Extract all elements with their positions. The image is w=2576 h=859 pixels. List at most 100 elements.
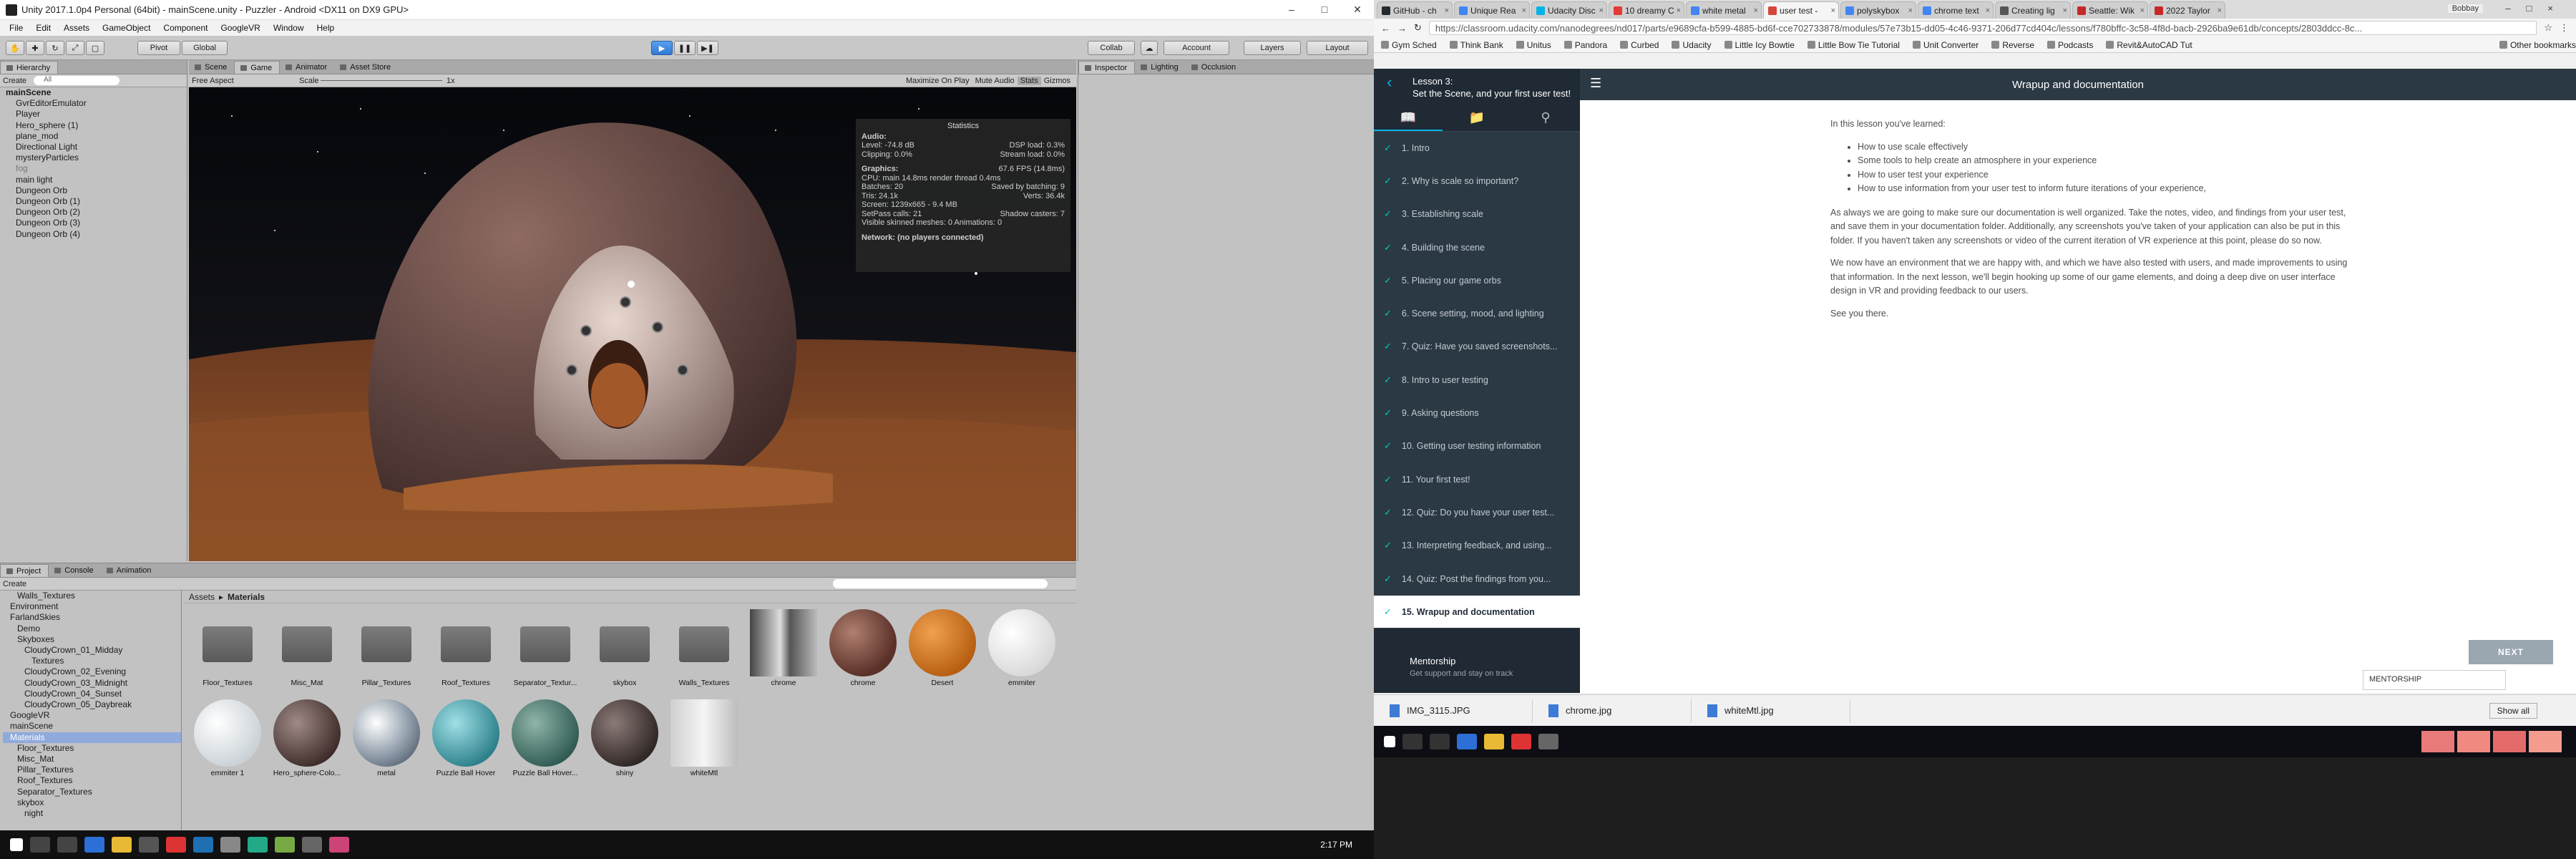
menu-window[interactable]: Window [267, 23, 311, 33]
maximize-icon[interactable]: □ [1308, 4, 1341, 16]
project-tree-item[interactable]: Misc_Mat [3, 754, 181, 765]
chrome-icon[interactable] [166, 837, 186, 853]
asset-item[interactable]: Hero_sphere-Colo... [270, 699, 344, 777]
tab-close-icon[interactable]: × [1677, 6, 1681, 15]
hand-tool-icon[interactable]: ✋ [6, 41, 24, 55]
tab-close-icon[interactable]: × [1986, 6, 1990, 15]
edge-icon[interactable] [84, 837, 104, 853]
browser-tab[interactable]: Unique Rea × [1454, 1, 1530, 19]
start-icon[interactable] [10, 838, 23, 851]
hierarchy-item[interactable]: Directional Light [3, 142, 187, 152]
menu-googlevr[interactable]: GoogleVR [214, 23, 266, 33]
project-tree-item[interactable]: Roof_Textures [3, 775, 181, 786]
asset-item[interactable]: Separator_Textur... [508, 609, 582, 687]
project-tree-item[interactable]: Environment [3, 601, 181, 612]
task-view-icon[interactable] [1430, 734, 1450, 749]
concept-item[interactable]: ✓ 3. Establishing scale [1374, 198, 1580, 231]
show-all-button[interactable]: Show all [2489, 702, 2537, 719]
browser-tab[interactable]: chrome text × [1918, 1, 1994, 19]
tab-hierarchy[interactable]: Hierarchy [0, 61, 59, 74]
pivot-button[interactable]: Pivot [137, 41, 180, 55]
asset-item[interactable]: metal [349, 699, 424, 777]
edge-icon[interactable] [1457, 734, 1477, 749]
mentorship-chat-widget[interactable]: MENTORSHIP [2363, 670, 2506, 690]
concept-item[interactable]: ✓ 7. Quiz: Have you saved screenshots... [1374, 330, 1580, 364]
tab-asset-store[interactable]: Asset Store [334, 61, 398, 74]
browser-tab[interactable]: Seattle: Wik × [2072, 1, 2148, 19]
browser-tab[interactable]: 10 dreamy C × [1609, 1, 1684, 19]
forward-icon[interactable]: → [1397, 23, 1407, 34]
app-icon-2[interactable] [220, 837, 240, 853]
layout-dropdown[interactable]: Layout [1307, 41, 1368, 55]
asset-item[interactable]: Puzzle Ball Hover... [508, 699, 582, 777]
concept-item[interactable]: ✓ 4. Building the scene [1374, 230, 1580, 265]
move-tool-icon[interactable]: ✚ [26, 41, 44, 55]
tab-close-icon[interactable]: × [1754, 6, 1758, 15]
maximize-on-play-toggle[interactable]: Maximize On Play [903, 77, 972, 85]
project-tree-item[interactable]: night [3, 808, 181, 819]
tab-lighting[interactable]: Lighting [1135, 61, 1186, 74]
hierarchy-item[interactable]: Hero_sphere (1) [3, 120, 187, 131]
breadcrumb-materials[interactable]: Materials [228, 592, 265, 602]
game-render[interactable]: Statistics Audio: Level: -74.8 dB DSP loa… [189, 87, 1076, 561]
hierarchy-item[interactable]: Dungeon Orb (3) [3, 218, 187, 228]
tab-animator[interactable]: Animator [280, 61, 334, 74]
cloud-icon[interactable]: ☁ [1141, 41, 1158, 55]
explorer-icon[interactable] [1484, 734, 1504, 749]
back-icon[interactable]: ← [1381, 23, 1390, 34]
scale-slider[interactable] [321, 80, 442, 81]
concept-item[interactable]: ✓ 8. Intro to user testing [1374, 364, 1580, 397]
concept-item[interactable]: ✓ 12. Quiz: Do you have your user test... [1374, 496, 1580, 530]
scale-tool-icon[interactable]: ⤢ [66, 41, 84, 55]
search-icon[interactable] [30, 837, 50, 853]
menu-file[interactable]: File [3, 23, 29, 33]
tab-close-icon[interactable]: × [2218, 6, 2222, 15]
search-icon[interactable] [1402, 734, 1423, 749]
hierarchy-item[interactable]: mysteryParticles [3, 152, 187, 163]
star-icon[interactable]: ☆ [2544, 22, 2552, 34]
task-view-icon[interactable] [57, 837, 77, 853]
project-tree-item[interactable]: CloudyCrown_02_Evening [3, 666, 181, 677]
browser-tab[interactable]: polyskybox × [1840, 1, 1916, 19]
browser-tab[interactable]: GitHub - ch × [1377, 1, 1453, 19]
chrome-icon[interactable] [1511, 734, 1531, 749]
close-icon[interactable]: ✕ [1341, 4, 1374, 16]
project-search[interactable] [833, 579, 1048, 588]
tab-console[interactable]: Console [49, 564, 100, 577]
hierarchy-item[interactable]: Dungeon Orb (2) [3, 207, 187, 218]
explorer-icon[interactable] [112, 837, 132, 853]
browser-tab[interactable]: Creating lig × [1995, 1, 2071, 19]
concept-item[interactable]: ✓ 2. Why is scale so important? [1374, 165, 1580, 198]
rect-tool-icon[interactable]: ▢ [86, 41, 104, 55]
project-tree-item[interactable]: CloudyCrown_01_Midday [3, 645, 181, 656]
tab-game[interactable]: Game [234, 61, 280, 74]
bookmark-item[interactable]: Little Icy Bowtie [1724, 40, 1795, 50]
hierarchy-item[interactable]: Dungeon Orb (1) [3, 196, 187, 207]
reload-icon[interactable]: ↻ [1414, 22, 1422, 34]
bookmark-item[interactable]: Unit Converter [1913, 40, 1979, 50]
app-icon-5[interactable] [329, 837, 349, 853]
bookmark-item[interactable]: Podcasts [2047, 40, 2093, 50]
download-item[interactable]: IMG_3115.JPG [1374, 699, 1533, 722]
project-tree-item[interactable]: CloudyCrown_05_Daybreak [3, 699, 181, 710]
asset-item[interactable]: emmiter [985, 609, 1059, 687]
gizmos-dropdown[interactable]: Gizmos [1041, 77, 1076, 85]
asset-item[interactable]: shiny [587, 699, 662, 777]
account-dropdown[interactable]: Account [1163, 41, 1229, 55]
project-tree-item[interactable]: Materials [3, 732, 181, 743]
bookmark-item[interactable]: Udacity [1672, 40, 1711, 50]
project-tree-item[interactable]: skybox [3, 797, 181, 808]
tab-close-icon[interactable]: × [2140, 6, 2145, 15]
mute-audio-toggle[interactable]: Mute Audio [972, 77, 1018, 85]
store-icon[interactable] [139, 837, 159, 853]
project-tree-item[interactable]: FarlandSkies [3, 612, 181, 623]
profile-name[interactable]: Bobbay [2447, 4, 2483, 13]
tab-close-icon[interactable]: × [1445, 6, 1449, 15]
hamburger-icon[interactable]: ☰ [1590, 76, 1601, 91]
tab-inspector[interactable]: Inspector [1078, 61, 1136, 74]
menu-gameobject[interactable]: GameObject [96, 23, 157, 33]
project-tree-item[interactable]: Textures [3, 656, 181, 666]
hierarchy-item[interactable]: plane_mod [3, 131, 187, 142]
pause-button[interactable]: ❚❚ [674, 41, 696, 55]
asset-item[interactable]: Misc_Mat [270, 609, 344, 687]
